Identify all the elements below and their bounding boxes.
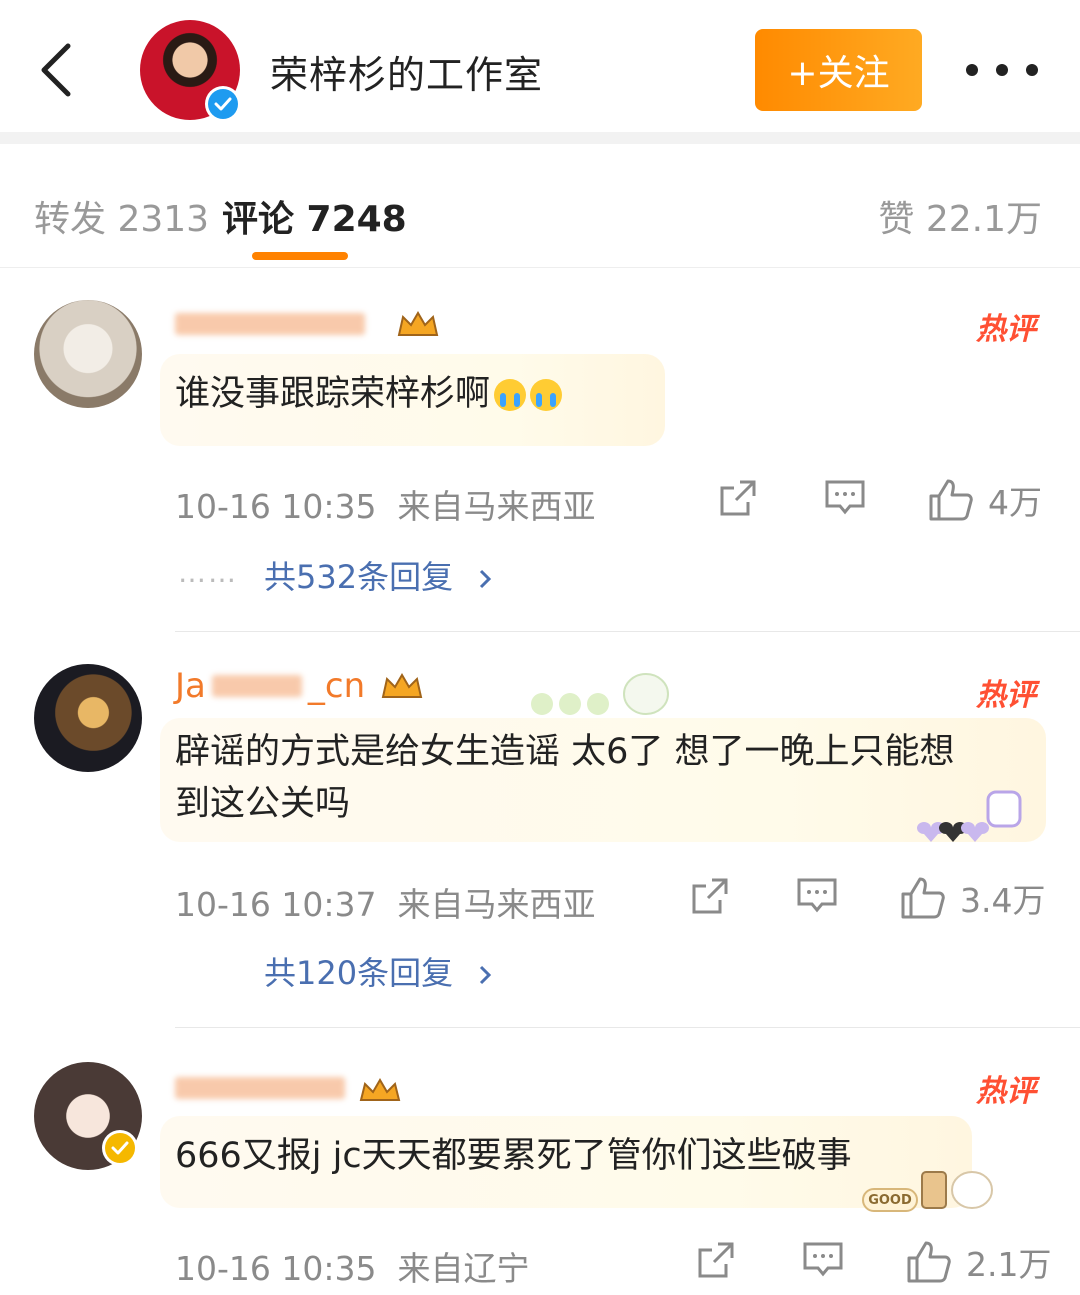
- back-button[interactable]: [30, 38, 86, 102]
- cat-sticker-icon: [921, 1171, 993, 1209]
- back-arrow-icon: [41, 43, 71, 97]
- crying-emoji-icon: [530, 379, 563, 411]
- crown-badge-icon: [359, 1078, 401, 1101]
- avatar[interactable]: [34, 664, 142, 772]
- verified-icon: [205, 86, 241, 122]
- comment-icon: [797, 878, 837, 913]
- active-tab-indicator: [252, 252, 348, 260]
- crown-badge-icon: [381, 673, 423, 698]
- tab-bar: 转发 2313 评论 7248 赞 22.1万: [0, 144, 1080, 268]
- username[interactable]: [175, 304, 441, 344]
- more-icon[interactable]: [966, 48, 1038, 92]
- like-count: 4万: [988, 483, 1042, 522]
- hot-badge: 热评: [976, 678, 1036, 713]
- hot-badge: 热评: [976, 1074, 1036, 1109]
- top-bar: 荣梓杉的工作室 +关注: [0, 0, 1080, 132]
- avatar[interactable]: [34, 300, 142, 408]
- crying-emoji-icon: [494, 379, 527, 411]
- like-button[interactable]: 3.4万: [900, 874, 1045, 922]
- comment-text: 辟谣的方式是给女生造谣 太6了 想了一晚上只能想 到这公关吗: [175, 732, 955, 824]
- follow-button[interactable]: +关注: [755, 29, 922, 111]
- chevron-right-icon: [480, 965, 492, 985]
- share-icon: [720, 480, 756, 516]
- comment-item: 热评 666又报j jc天天都要累死了管你们这些破事 GOOD 10-16 10…: [0, 1028, 1080, 1295]
- tab-repost[interactable]: 转发 2313: [34, 190, 209, 242]
- like-button[interactable]: 4万: [928, 476, 1042, 524]
- like-icon: [907, 1241, 951, 1283]
- share-button[interactable]: [690, 876, 730, 916]
- share-icon: [698, 1242, 734, 1278]
- like-icon: [901, 877, 945, 919]
- username[interactable]: [175, 1068, 403, 1108]
- hot-badge: 热评: [976, 312, 1036, 347]
- comment-button[interactable]: [824, 478, 866, 518]
- view-replies-link[interactable]: 共120条回复: [264, 948, 495, 994]
- like-icon: [929, 479, 973, 521]
- comment-item: Ja _cn 热评 辟谣的方式是给女生造谣 太6了 想了一晚上只能想 到这公关吗…: [0, 632, 1080, 1027]
- like-button[interactable]: 2.1万: [906, 1238, 1051, 1286]
- share-button[interactable]: [696, 1240, 736, 1280]
- username[interactable]: Ja _cn: [175, 666, 425, 706]
- share-icon: [692, 878, 728, 914]
- bunny-sticker-icon: [917, 790, 1022, 842]
- comment-meta: 10-16 10:35 来自辽宁: [175, 1249, 530, 1288]
- view-replies-link[interactable]: 共532条回复: [264, 552, 495, 598]
- comment-item: 热评 谁没事跟踪荣梓杉啊 10-16 10:35 来自马来西亚 4万 …… 共5…: [0, 268, 1080, 715]
- comment-button[interactable]: [802, 1240, 844, 1280]
- comment-icon: [803, 1242, 843, 1277]
- tab-like[interactable]: 赞 22.1万: [878, 190, 1042, 242]
- divider: [0, 132, 1080, 144]
- comment-meta: 10-16 10:35 来自马来西亚: [175, 487, 596, 526]
- comment-icon: [825, 480, 865, 515]
- good-sticker: GOOD: [862, 1188, 918, 1212]
- comment-text: 666又报j jc天天都要累死了管你们这些破事: [175, 1136, 852, 1176]
- chevron-right-icon: [480, 569, 492, 589]
- page-title[interactable]: 荣梓杉的工作室: [270, 44, 543, 99]
- like-count: 3.4万: [960, 881, 1046, 920]
- verified-icon: [102, 1130, 138, 1166]
- like-count: 2.1万: [966, 1245, 1052, 1284]
- tab-comment[interactable]: 评论 7248: [222, 190, 407, 242]
- reply-ellipsis: ……: [178, 556, 238, 589]
- comment-text: 谁没事跟踪荣梓杉啊: [175, 368, 563, 420]
- crown-badge-icon: [397, 311, 439, 336]
- comment-meta: 10-16 10:37 来自马来西亚: [175, 885, 596, 924]
- comment-button[interactable]: [796, 876, 838, 916]
- share-button[interactable]: [718, 478, 758, 518]
